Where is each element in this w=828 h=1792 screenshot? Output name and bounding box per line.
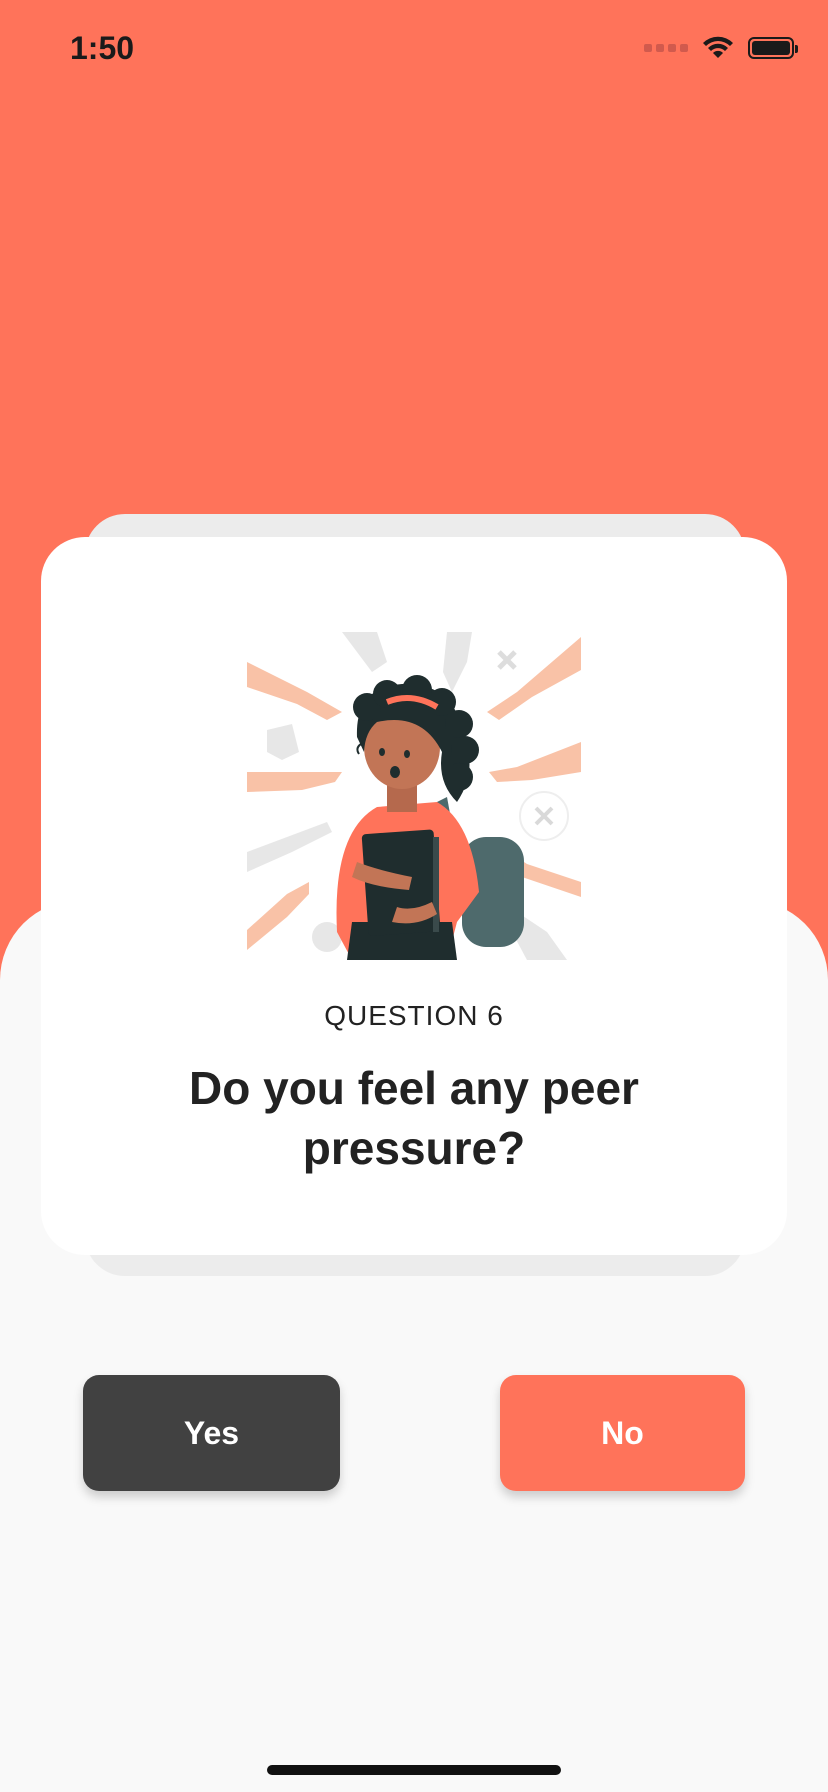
question-number: QUESTION 6 — [324, 1000, 504, 1031]
battery-icon — [748, 37, 798, 59]
home-indicator[interactable] — [267, 1765, 561, 1775]
question-text: Do you feel any peer pressure? — [189, 1062, 639, 1174]
yes-button[interactable]: Yes — [83, 1375, 340, 1491]
cellular-signal-icon — [644, 44, 688, 52]
peer-pressure-girl-illustration — [247, 632, 581, 960]
status-icons — [644, 36, 798, 60]
no-button[interactable]: No — [500, 1375, 745, 1491]
wifi-icon — [703, 36, 733, 58]
status-time: 1:50 — [70, 30, 135, 66]
